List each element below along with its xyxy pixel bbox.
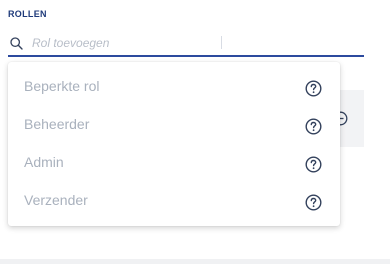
roles-panel: ROLLEN Beperkte rol Beheerder — [0, 0, 390, 264]
help-circle-icon[interactable] — [305, 118, 322, 135]
help-circle-icon[interactable] — [305, 194, 322, 211]
role-search-field[interactable] — [8, 30, 364, 57]
help-circle-icon[interactable] — [305, 156, 322, 173]
role-search-input[interactable] — [32, 34, 352, 52]
role-option-beheerder[interactable]: Beheerder — [8, 104, 340, 142]
role-option-label: Admin — [24, 154, 64, 170]
search-icon — [10, 37, 23, 50]
role-option-verzender[interactable]: Verzender — [8, 180, 340, 218]
role-option-admin[interactable]: Admin — [8, 142, 340, 180]
bottom-divider — [0, 259, 390, 264]
section-title: ROLLEN — [8, 9, 47, 19]
role-option-label: Verzender — [24, 192, 88, 208]
text-cursor — [221, 36, 222, 49]
role-option-beperkte-rol[interactable]: Beperkte rol — [8, 66, 340, 104]
help-circle-icon[interactable] — [305, 80, 322, 97]
role-option-label: Beheerder — [24, 116, 90, 132]
role-option-label: Beperkte rol — [24, 78, 100, 94]
role-dropdown-menu: Beperkte rol Beheerder Admin Verzender — [8, 62, 340, 226]
